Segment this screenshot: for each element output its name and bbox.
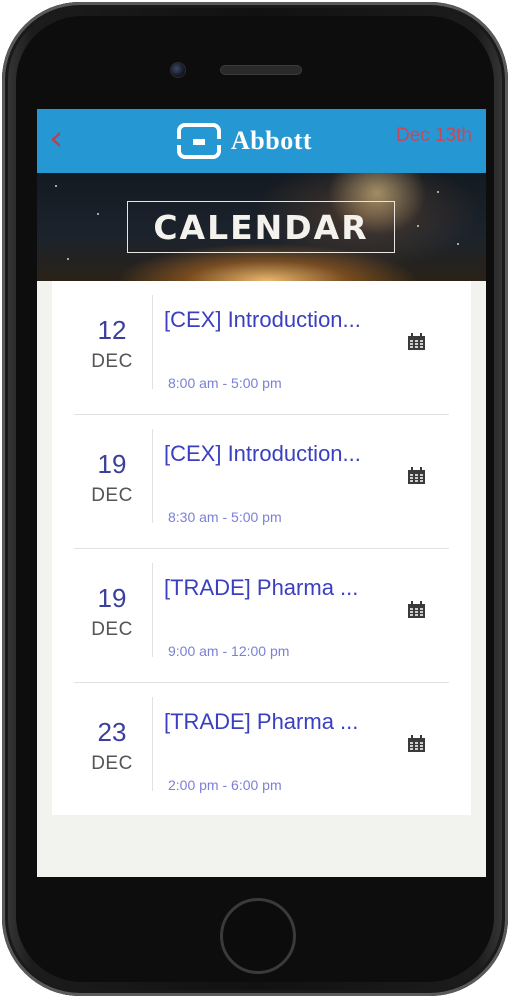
phone-frame: ‹ Abbott Dec 13th CALENDAR 12 DEC [CEX] … [2, 2, 508, 996]
event-time: 9:00 am - 12:00 pm [168, 643, 290, 659]
event-item[interactable]: 12 DEC [CEX] Introduction... 8:00 am - 5… [74, 281, 449, 415]
event-time: 8:00 am - 5:00 pm [168, 375, 282, 391]
event-month: DEC [91, 351, 133, 372]
abbott-logo-mark [177, 123, 221, 159]
date-divider [152, 563, 153, 657]
earpiece-speaker [220, 65, 302, 75]
calendar-banner: CALENDAR [37, 173, 486, 281]
date-divider [152, 429, 153, 523]
event-title[interactable]: [CEX] Introduction... [164, 307, 394, 333]
event-list: 12 DEC [CEX] Introduction... 8:00 am - 5… [52, 281, 471, 815]
event-day: 12 [97, 315, 127, 345]
calendar-icon[interactable] [407, 601, 426, 619]
event-time: 2:00 pm - 6:00 pm [168, 777, 282, 793]
event-day: 23 [97, 717, 127, 747]
event-time: 8:30 am - 5:00 pm [168, 509, 282, 525]
home-button[interactable] [220, 898, 296, 974]
app-screen: ‹ Abbott Dec 13th CALENDAR 12 DEC [CEX] … [37, 109, 486, 877]
event-month: DEC [91, 485, 133, 506]
brand-name: Abbott [231, 126, 313, 155]
banner-title-frame: CALENDAR [127, 201, 395, 253]
event-month: DEC [91, 753, 133, 774]
banner-title: CALENDAR [153, 207, 369, 247]
app-header: ‹ Abbott Dec 13th [37, 109, 486, 173]
chevron-left-icon[interactable]: ‹ [49, 121, 63, 157]
calendar-icon[interactable] [407, 467, 426, 485]
calendar-icon[interactable] [407, 333, 426, 351]
front-camera [170, 62, 186, 78]
event-month: DEC [91, 619, 133, 640]
event-title[interactable]: [TRADE] Pharma ... [164, 709, 394, 735]
date-divider [152, 295, 153, 389]
date-divider [152, 697, 153, 791]
event-item[interactable]: 19 DEC [CEX] Introduction... 8:30 am - 5… [74, 415, 449, 549]
event-day: 19 [97, 449, 127, 479]
current-date-link[interactable]: Dec 13th [396, 125, 472, 147]
event-title[interactable]: [TRADE] Pharma ... [164, 575, 394, 601]
event-item[interactable]: 19 DEC [TRADE] Pharma ... 9:00 am - 12:0… [74, 549, 449, 683]
event-item[interactable]: 23 DEC [TRADE] Pharma ... 2:00 pm - 6:00… [74, 683, 449, 817]
event-title[interactable]: [CEX] Introduction... [164, 441, 394, 467]
event-day: 19 [97, 583, 127, 613]
calendar-icon[interactable] [407, 735, 426, 753]
abbott-logo: Abbott [177, 121, 312, 161]
